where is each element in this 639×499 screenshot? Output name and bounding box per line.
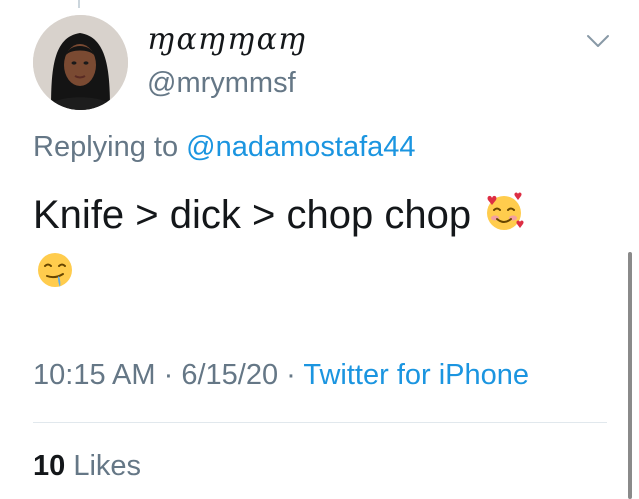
likes-stat[interactable]: 10 Likes [33, 447, 141, 485]
scrollbar[interactable] [628, 252, 632, 499]
avatar-image [33, 15, 128, 110]
replying-to-mention-link[interactable]: @nadamostafa44 [186, 131, 415, 163]
divider [33, 422, 607, 423]
meta-separator: · [286, 359, 296, 391]
chevron-down-icon[interactable] [586, 33, 610, 49]
display-name[interactable]: ɱɑɱɱɑɱ [147, 22, 307, 58]
tweet-source-link[interactable]: Twitter for iPhone [303, 359, 529, 391]
tweet-text-body: Knife > dick > chop chop [33, 193, 472, 237]
tweet-text: Knife > dick > chop chop [33, 186, 593, 302]
thread-connector-line [78, 0, 80, 8]
user-handle[interactable]: @mrymmsf [147, 65, 296, 101]
likes-label: Likes [73, 450, 142, 482]
meta-separator: · [163, 359, 174, 391]
avatar[interactable] [33, 15, 128, 110]
tweet-meta: 10:15 AM · 6/15/20 · Twitter for iPhone [33, 355, 529, 395]
smiling-face-with-hearts-icon [487, 192, 524, 230]
drooling-face-icon [38, 253, 72, 287]
tweet-time: 10:15 AM [33, 359, 156, 391]
likes-count: 10 [33, 450, 66, 482]
replying-to-line: Replying to @nadamostafa44 [33, 128, 416, 166]
tweet-date: 6/15/20 [181, 359, 279, 391]
replying-to-label: Replying to [33, 131, 179, 163]
